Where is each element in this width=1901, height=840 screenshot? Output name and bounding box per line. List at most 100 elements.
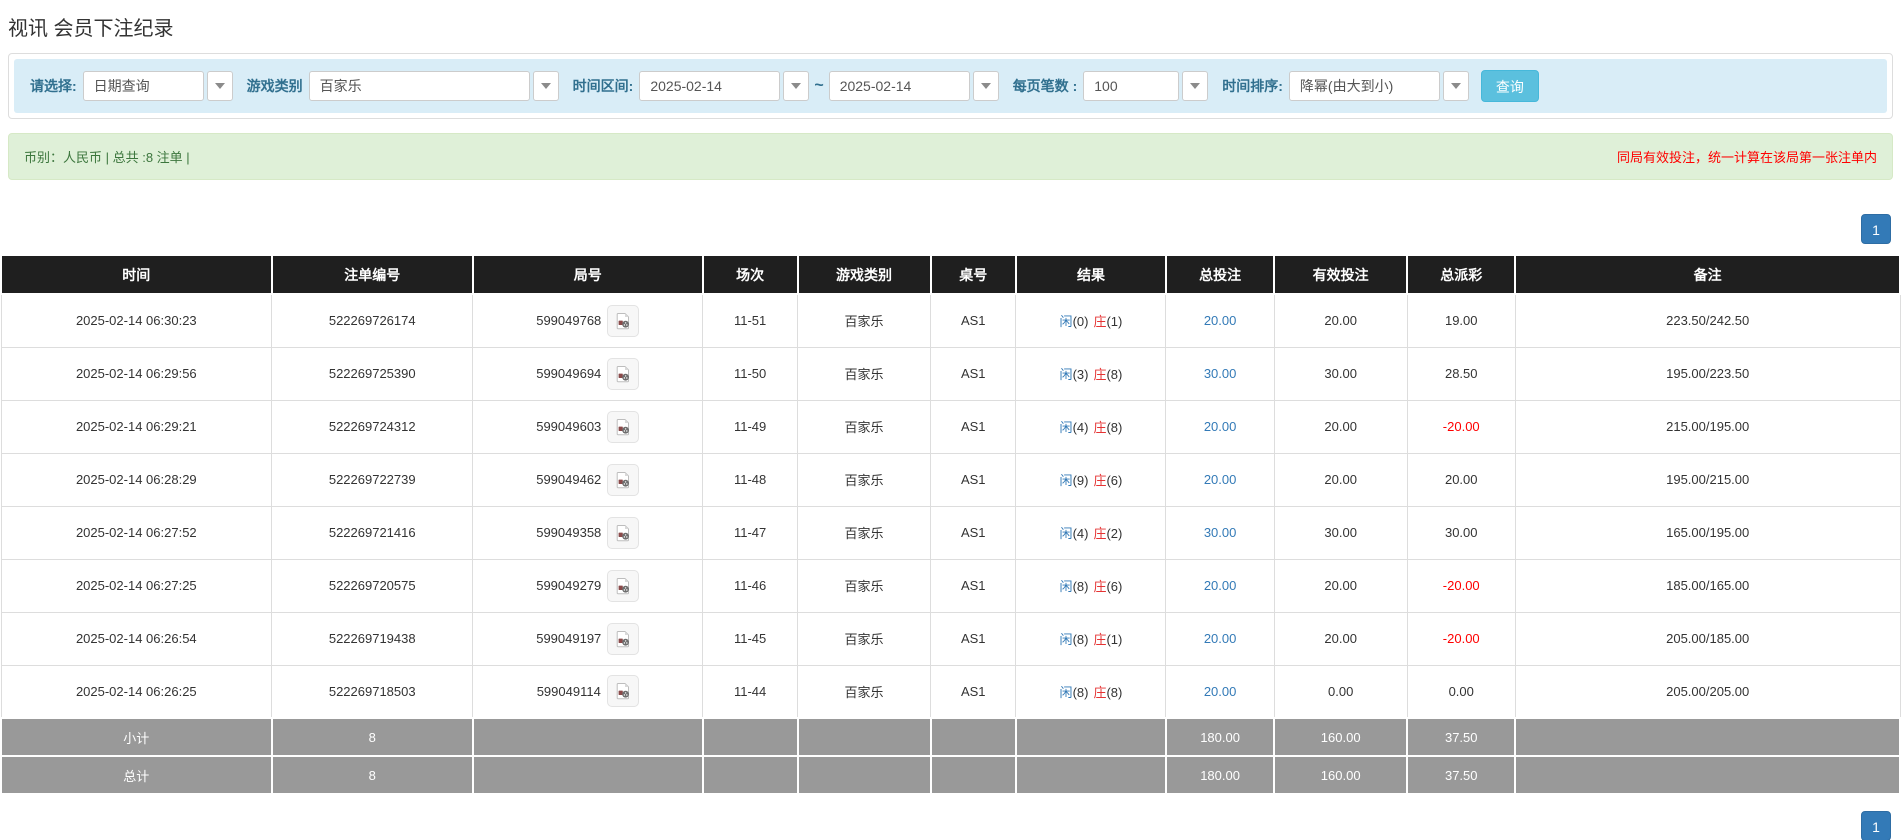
cell-total-bet: 20.00	[1165, 611, 1275, 666]
table-row: 2025-02-14 06:26:25 522269718503 5990491…	[0, 664, 1901, 719]
game-type-value: 百家乐	[308, 71, 530, 101]
round-id-text: 599049603	[536, 419, 602, 434]
total-bet-link[interactable]: 20.00	[1204, 684, 1237, 699]
cell-valid-bet: 20.00	[1273, 611, 1408, 666]
video-record-button[interactable]	[607, 622, 640, 655]
video-file-icon	[616, 365, 630, 382]
total-bet-link[interactable]: 20.00	[1204, 472, 1237, 487]
result-player-count: (0)	[1072, 314, 1089, 330]
chevron-down-icon	[1190, 83, 1201, 89]
result-player-count: (3)	[1072, 367, 1089, 382]
total-bet-link[interactable]: 20.00	[1204, 631, 1237, 646]
cell-result: 闲(9) 庄(6)	[1015, 452, 1167, 507]
cell-session: 11-50	[702, 346, 799, 401]
cell-note: 205.00/205.00	[1514, 664, 1901, 719]
pagination-page-1[interactable]: 1	[1861, 214, 1891, 244]
cell-bet-id: 522269725390	[271, 346, 474, 401]
currency-summary-text: 币别：人民币 | 总共 :8 注单 |	[24, 150, 190, 165]
total-valid-bet: 160.00	[1273, 755, 1409, 795]
footer-empty-cell	[1514, 717, 1901, 757]
chevron-down-icon	[791, 83, 802, 89]
table-row: 2025-02-14 06:30:23 522269726174 5990497…	[0, 293, 1901, 348]
chevron-down-icon[interactable]	[1442, 71, 1469, 101]
pagination-page-1[interactable]: 1	[1861, 811, 1891, 840]
chevron-down-icon[interactable]	[972, 71, 999, 101]
betting-records-table: 时间 注单编号 局号 场次 游戏类别 桌号 结果 总投注 有效投注 总派彩 备注…	[0, 254, 1901, 795]
date-to-value: 2025-02-14	[828, 71, 970, 101]
date-from-select[interactable]: 2025-02-14	[639, 71, 810, 101]
total-bet-link[interactable]: 20.00	[1204, 578, 1237, 593]
footer-empty-cell	[701, 755, 799, 795]
cell-valid-bet: 30.00	[1273, 346, 1408, 401]
chevron-down-icon	[540, 83, 551, 89]
round-id-text: 599049768	[536, 313, 602, 329]
video-record-button[interactable]	[607, 410, 640, 443]
game-type-select[interactable]: 百家乐	[308, 71, 559, 101]
cell-session: 11-48	[702, 452, 799, 507]
pagination-bottom: 1	[0, 795, 1901, 840]
footer-empty-cell	[701, 717, 799, 757]
sort-order-select[interactable]: 降幂(由大到小)	[1288, 71, 1469, 101]
result-player-label: 闲	[1059, 420, 1073, 435]
chevron-down-icon	[980, 83, 991, 89]
video-record-button[interactable]	[607, 304, 640, 337]
total-bet-link[interactable]: 20.00	[1204, 313, 1237, 328]
cell-game-type: 百家乐	[797, 505, 931, 560]
table-row: 2025-02-14 06:27:25 522269720575 5990492…	[0, 558, 1901, 613]
result-banker-count: (6)	[1106, 473, 1123, 488]
cell-total-bet: 20.00	[1165, 293, 1275, 348]
cell-bet-id: 522269726174	[271, 293, 474, 348]
cell-total-bet: 30.00	[1165, 505, 1275, 560]
query-type-select[interactable]: 日期查询	[82, 71, 233, 101]
cell-note: 195.00/215.00	[1514, 452, 1901, 507]
video-record-button[interactable]	[607, 463, 640, 496]
table-row: 2025-02-14 06:28:29 522269722739 5990494…	[0, 452, 1901, 507]
video-record-button[interactable]	[606, 675, 639, 708]
result-player-count: (4)	[1072, 420, 1089, 435]
chevron-down-icon[interactable]	[1182, 71, 1209, 101]
search-button[interactable]: 查询	[1480, 70, 1539, 102]
video-record-button[interactable]	[607, 569, 640, 602]
cell-payout: 20.00	[1406, 452, 1516, 507]
col-header-session: 场次	[701, 254, 799, 295]
table-row: 2025-02-14 06:26:54 522269719438 5990491…	[0, 611, 1901, 666]
result-banker-count: (6)	[1106, 579, 1123, 594]
result-banker-count: (1)	[1106, 632, 1123, 647]
cell-result: 闲(4) 庄(8)	[1015, 399, 1167, 454]
video-file-icon	[616, 630, 630, 647]
result-banker-label: 庄	[1093, 420, 1107, 435]
chevron-down-icon[interactable]	[783, 71, 810, 101]
footer-empty-cell	[1014, 717, 1167, 757]
video-record-button[interactable]	[607, 357, 640, 390]
cell-result: 闲(4) 庄(2)	[1015, 505, 1167, 560]
cell-time: 2025-02-14 06:29:21	[0, 399, 273, 454]
total-bet-link[interactable]: 20.00	[1204, 419, 1237, 434]
cell-round-id: 599049358	[472, 505, 704, 560]
page-size-select[interactable]: 100	[1083, 71, 1209, 101]
video-record-button[interactable]	[607, 516, 640, 549]
cell-round-id: 599049768	[472, 293, 704, 348]
cell-round-id: 599049462	[472, 452, 704, 507]
total-bet-link[interactable]: 30.00	[1204, 366, 1237, 381]
total-bet-link[interactable]: 30.00	[1204, 525, 1237, 540]
cell-time: 2025-02-14 06:26:25	[0, 664, 273, 719]
result-banker-count: (8)	[1106, 684, 1123, 700]
page-title: 视讯 会员下注纪录	[8, 18, 174, 40]
notice-text: 同局有效投注，统一计算在该局第一张注单内	[1616, 150, 1877, 165]
chevron-down-icon	[1450, 83, 1461, 89]
date-to-select[interactable]: 2025-02-14	[828, 71, 999, 101]
col-header-time: 时间	[0, 254, 273, 295]
cell-round-id: 599049279	[472, 558, 704, 613]
cell-result: 闲(8) 庄(8)	[1015, 664, 1167, 719]
pagination-top: 1	[0, 180, 1901, 254]
cell-payout: 30.00	[1406, 505, 1516, 560]
cell-valid-bet: 20.00	[1273, 558, 1408, 613]
cell-result: 闲(8) 庄(6)	[1015, 558, 1167, 613]
table-header: 时间 注单编号 局号 场次 游戏类别 桌号 结果 总投注 有效投注 总派彩 备注	[0, 254, 1901, 295]
cell-result: 闲(0) 庄(1)	[1015, 293, 1167, 348]
cell-table-no: AS1	[929, 399, 1017, 454]
query-type-dropdown-button[interactable]	[206, 71, 233, 101]
date-from-value: 2025-02-14	[639, 71, 781, 101]
chevron-down-icon[interactable]	[532, 71, 559, 101]
cell-round-id: 599049603	[472, 399, 704, 454]
